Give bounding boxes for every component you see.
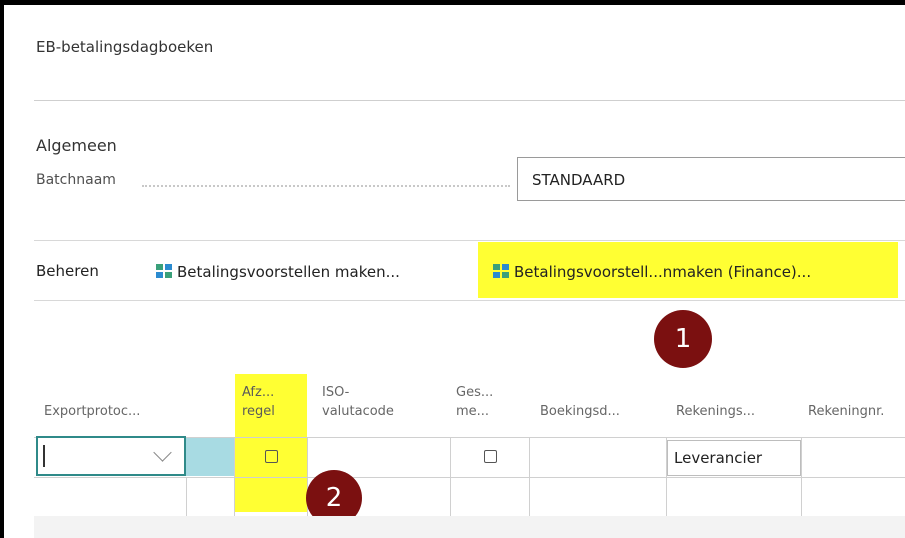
payment-suggestion-icon	[493, 264, 509, 278]
batch-name-field[interactable]: STANDAARD	[517, 157, 905, 201]
section-title-general: Algemeen	[36, 136, 117, 155]
column-header-account-no[interactable]: Rekeningnr.	[808, 402, 884, 421]
export-protocol-dropdown[interactable]	[36, 436, 186, 476]
create-payment-suggestions-finance-button[interactable]: Betalingsvoorstell...nmaken (Finance)...	[492, 262, 811, 281]
divider	[34, 240, 905, 241]
grid-line	[450, 438, 451, 516]
column-header-combined[interactable]: Ges... me...	[456, 383, 493, 421]
dotted-leader	[142, 185, 510, 187]
create-payment-suggestions-finance-label: Betalingsvoorstell...nmaken (Finance)...	[514, 263, 812, 281]
text-cursor	[43, 445, 45, 467]
account-type-cell[interactable]: Leverancier	[667, 440, 801, 476]
column-header-export-protocol[interactable]: Exportprotoc...	[44, 402, 140, 421]
create-payment-suggestions-button[interactable]: Betalingsvoorstellen maken...	[155, 262, 400, 281]
row-selector-cell[interactable]	[186, 438, 234, 476]
page-title: EB-betalingsdagboeken	[36, 38, 214, 56]
sender-line-checkbox[interactable]	[265, 450, 278, 463]
column-header-sender-line[interactable]: Afz... regel	[242, 383, 275, 421]
column-header-iso-currency[interactable]: ISO-valutacode	[322, 383, 394, 421]
create-payment-suggestions-label: Betalingsvoorstellen maken...	[177, 263, 400, 281]
screenshot-border-left	[0, 0, 4, 538]
grid-line	[234, 438, 235, 516]
screenshot-border-top	[0, 0, 905, 5]
grid-footer	[34, 516, 905, 538]
combined-checkbox[interactable]	[484, 450, 497, 463]
manage-menu[interactable]: Beheren	[36, 262, 99, 280]
grid-line	[186, 477, 187, 516]
column-header-account-type[interactable]: Rekenings...	[676, 402, 755, 421]
chevron-down-icon[interactable]	[153, 443, 172, 462]
grid-line	[34, 477, 905, 478]
callout-badge-1: 1	[654, 310, 712, 368]
payment-suggestion-icon	[156, 264, 172, 278]
batch-name-label: Batchnaam	[36, 172, 116, 188]
divider	[34, 100, 905, 101]
grid-line	[801, 438, 802, 516]
divider	[34, 300, 905, 301]
grid-line	[529, 438, 530, 516]
column-header-posting-date[interactable]: Boekingsd...	[540, 402, 620, 421]
